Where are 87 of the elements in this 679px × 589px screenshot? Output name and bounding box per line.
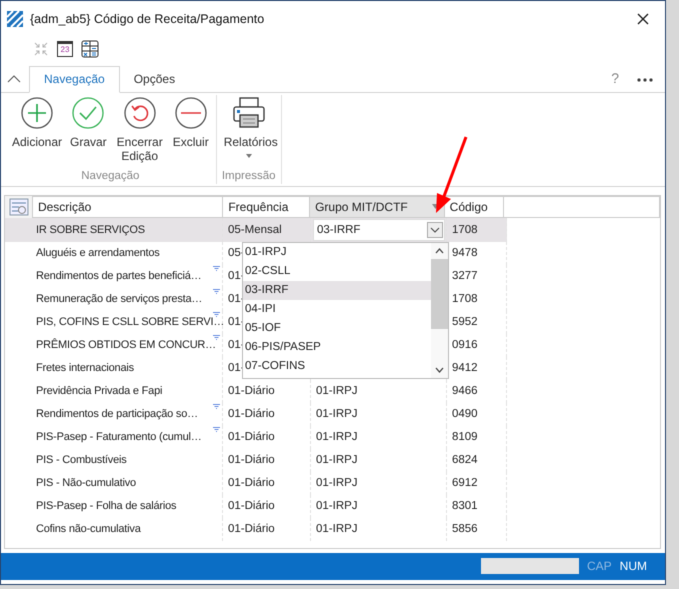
group-label: Impressão — [222, 170, 276, 184]
toolbar-button[interactable]: Excluir — [168, 95, 213, 170]
app-logo-icon — [7, 10, 23, 27]
dropdown-option[interactable]: 05-IOF — [243, 318, 431, 338]
help-button[interactable]: ? — [611, 70, 619, 86]
column-header[interactable]: Descrição — [32, 196, 224, 218]
column-header[interactable]: Grupo MIT/DCTF — [309, 196, 445, 218]
printer-icon — [232, 97, 265, 129]
toolbar-button[interactable]: Adicionar — [8, 95, 66, 170]
table-cell: Rendimentos de partes beneficiá… — [36, 270, 202, 282]
table-cell: Previdência Privada e Fapi — [36, 385, 162, 398]
table-cell: 01-IRPJ — [316, 477, 358, 490]
table-cell: 01-Diário — [228, 523, 275, 536]
column-chooser-icon[interactable] — [9, 198, 29, 216]
table-cell: 01-IRPJ — [316, 408, 358, 420]
dropdown-option[interactable]: 03-IRRF — [243, 280, 431, 300]
minus-icon — [174, 97, 207, 129]
table-cell: 01-IRPJ — [316, 385, 358, 398]
table-cell: PIS-Pasep - Folha de salários — [36, 500, 176, 512]
column-header[interactable]: Código — [444, 196, 504, 218]
window-title: {adm_ab5} Código de Receita/Pagamento — [30, 12, 264, 26]
dropdown-option[interactable]: 01-IRPJ — [243, 242, 431, 262]
more-icon[interactable] — [637, 78, 653, 82]
table-cell: Remuneração de serviços presta… — [36, 293, 204, 306]
toolbar-button[interactable]: Encerrar Edição — [110, 95, 169, 170]
table-cell: 0916 — [452, 339, 478, 352]
table-cell: 01-IRPJ — [316, 454, 358, 466]
table-cell: 8109 — [452, 431, 478, 444]
table-cell: 01-Diário — [228, 500, 275, 512]
dropdown-option[interactable]: 07-COFINS — [243, 356, 431, 376]
table-cell: Aluguéis e arrendamentos — [36, 247, 160, 260]
status-indicator: NUM — [620, 559, 647, 574]
calendar-icon[interactable]: 23 — [57, 41, 73, 58]
close-icon[interactable] — [637, 12, 649, 25]
table-cell: 1708 — [452, 224, 478, 236]
table-cell: 3277 — [452, 270, 478, 282]
selected-row[interactable]: IR SOBRE SERVIÇOS 05-Mensal 03-IRRF 1708 — [5, 218, 660, 242]
table-cell: 6912 — [452, 477, 478, 490]
table-cell: 05- — [228, 247, 245, 260]
dropdown-option[interactable]: 02-CSLL — [243, 262, 431, 281]
column-header[interactable]: Frequência — [222, 196, 310, 218]
table-cell: 01-IRPJ — [316, 523, 358, 536]
scroll-up-icon[interactable] — [435, 248, 444, 254]
table-cell: PIS, COFINS E CSLL SOBRE SERVI… — [36, 316, 226, 328]
table-cell: 01-Diário — [228, 477, 275, 490]
dropdown-option[interactable]: 06-PIS/PASEP — [243, 338, 431, 357]
collapse-ribbon-icon[interactable] — [7, 74, 21, 84]
table-cell: PRÊMIOS OBTIDOS EM CONCUR… — [36, 339, 217, 352]
chevron-down-icon[interactable] — [427, 222, 443, 238]
table-cell: 01-Diário — [228, 454, 275, 466]
table-cell: 9466 — [452, 385, 478, 398]
table-cell: IR SOBRE SERVIÇOS — [36, 224, 145, 236]
table-cell: 05-Mensal — [228, 224, 282, 236]
checkmark-icon — [72, 97, 104, 129]
toolbar-button[interactable]: Relatórios — [220, 95, 278, 170]
dropdown-option[interactable]: 04-IPI — [243, 300, 431, 319]
group-label: Navegação — [81, 170, 140, 184]
toolbar-button[interactable]: Gravar — [66, 95, 111, 170]
table-cell: 9412 — [452, 362, 478, 374]
table-cell: Fretes internacionais — [36, 362, 134, 374]
scrollbar[interactable] — [431, 242, 448, 378]
table-cell: 01-Diário — [228, 385, 275, 398]
table-cell: Cofins não-cumulativa — [36, 523, 141, 536]
table-cell: 01-IRPJ — [316, 500, 358, 512]
table-cell: 6824 — [452, 454, 478, 466]
table-cell: PIS - Não-cumulativo — [36, 477, 136, 490]
ribbon-tab[interactable]: Opções — [120, 67, 190, 92]
dropdown-field[interactable]: 03-IRRF — [313, 218, 445, 241]
table-cell: 9478 — [452, 247, 478, 260]
table-cell: PIS - Combustíveis — [36, 454, 127, 466]
table-cell: 1708 — [452, 293, 478, 306]
plus-icon — [21, 97, 53, 129]
table-cell: 01-IRPJ — [316, 431, 358, 444]
table-cell: 5952 — [452, 316, 478, 328]
table-cell: Rendimentos de participação so… — [36, 408, 199, 420]
status-indicator: CAP — [586, 559, 612, 574]
scroll-down-icon[interactable] — [435, 366, 444, 373]
table-cell: 8301 — [452, 500, 478, 512]
ribbon-tab[interactable]: Navegação — [29, 66, 120, 93]
table-icon[interactable] — [81, 40, 99, 58]
scroll-thumb[interactable] — [431, 258, 448, 329]
table-cell: 0490 — [452, 408, 478, 420]
table-cell: 01-Diário — [228, 408, 275, 420]
undo-icon — [124, 97, 156, 129]
table-cell: PIS-Pasep - Faturamento (cumul… — [36, 431, 203, 444]
table-cell: 5856 — [452, 523, 478, 536]
table-cell: 01-Diário — [228, 431, 275, 444]
